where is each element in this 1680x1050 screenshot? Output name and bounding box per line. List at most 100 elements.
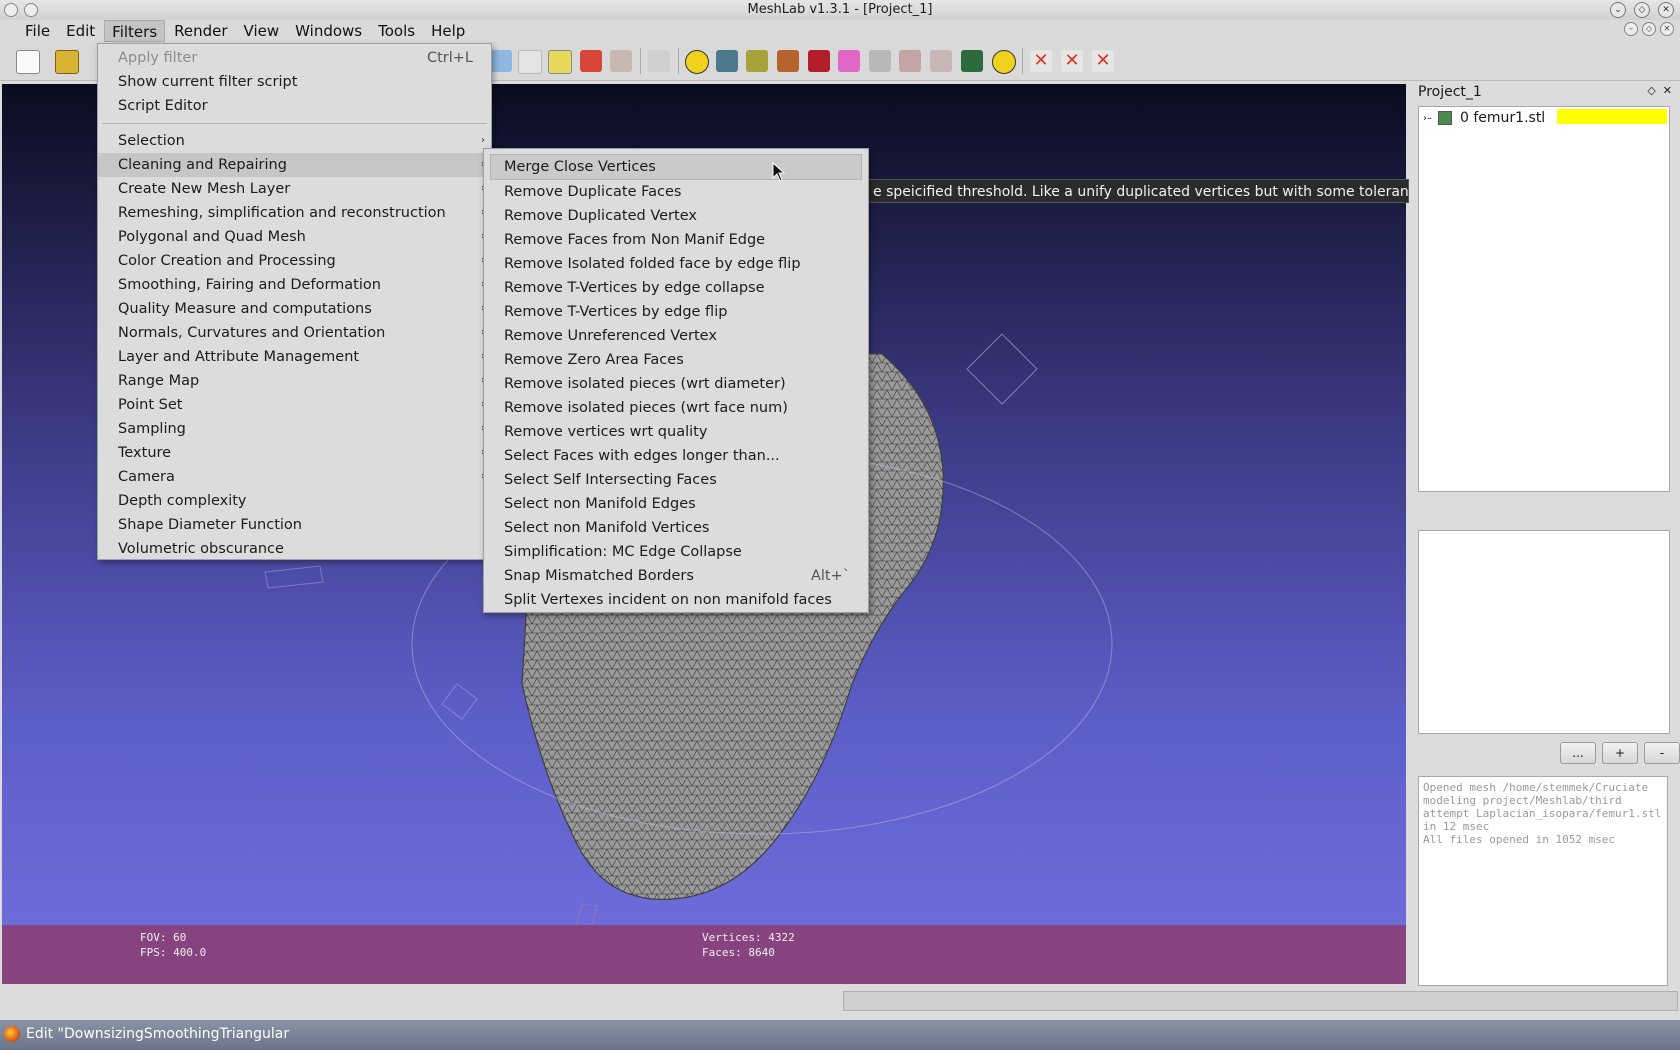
menu-filters[interactable]: Filters	[104, 20, 166, 42]
snap-mismatched-borders-item[interactable]: Snap Mismatched Borders Alt+`	[484, 564, 868, 588]
menu-sampling[interactable]: Sampling›	[98, 417, 491, 441]
menu-cleaning-repairing[interactable]: Cleaning and Repairing›	[98, 153, 491, 177]
texture-icon[interactable]	[610, 50, 632, 72]
remove-isolated-diameter-item[interactable]: Remove isolated pieces (wrt diameter)	[484, 372, 868, 396]
paint-brush-icon[interactable]	[777, 50, 799, 72]
layer-tree[interactable]: ›– 0 femur1.stl	[1418, 106, 1670, 492]
select-faces-icon[interactable]	[899, 50, 921, 72]
mouse-cursor-icon	[772, 162, 786, 182]
expand-icon[interactable]: ›–	[1423, 113, 1432, 124]
menu-quality-measure[interactable]: Quality Measure and computations›	[98, 297, 491, 321]
select-self-intersecting-item[interactable]: Select Self Intersecting Faces	[484, 468, 868, 492]
panel-controls[interactable]: ◇ ✕	[1647, 84, 1672, 97]
image-icon[interactable]	[961, 50, 983, 72]
menu-tools[interactable]: Tools	[371, 20, 422, 42]
menu-render[interactable]: Render	[167, 20, 234, 42]
pointer-icon[interactable]	[648, 50, 670, 72]
float-icon[interactable]: ◇	[1647, 84, 1655, 97]
menu-point-set[interactable]: Point Set›	[98, 393, 491, 417]
remove-unreferenced-vertex-item[interactable]: Remove Unreferenced Vertex	[484, 324, 868, 348]
snap-shortcut: Alt+`	[810, 568, 850, 584]
menu-edit[interactable]: Edit	[59, 20, 102, 42]
shade-icon[interactable]	[24, 3, 38, 17]
mesh-icon[interactable]	[716, 50, 738, 72]
light-bulb-icon[interactable]	[548, 50, 572, 74]
mdi-close-icon[interactable]: ✕	[1660, 22, 1674, 36]
minimize-icon[interactable]: ⌄	[1610, 2, 1626, 18]
more-button[interactable]: ...	[1560, 742, 1596, 764]
new-file-icon[interactable]	[16, 50, 40, 74]
eye-icon[interactable]	[1438, 111, 1452, 125]
menu-windows[interactable]: Windows	[288, 20, 369, 42]
render-mode-icon[interactable]	[490, 50, 512, 72]
cleaning-repairing-submenu: Merge Close Vertices Remove Duplicate Fa…	[483, 148, 869, 613]
remove-isolated-folded-item[interactable]: Remove Isolated folded face by edge flip	[484, 252, 868, 276]
layer-highlight	[1557, 109, 1667, 124]
menu-camera[interactable]: Camera›	[98, 465, 491, 489]
shape-diameter-item[interactable]: Shape Diameter Function	[98, 513, 491, 537]
menu-file[interactable]: File	[18, 20, 57, 42]
lighting-off-icon[interactable]	[518, 50, 542, 74]
color-palette-icon[interactable]	[838, 50, 860, 72]
menu-range-map[interactable]: Range Map›	[98, 369, 491, 393]
menu-polygonal-quad[interactable]: Polygonal and Quad Mesh›	[98, 225, 491, 249]
color-icon[interactable]	[580, 50, 602, 72]
remove-t-vertices-collapse-item[interactable]: Remove T-Vertices by edge collapse	[484, 276, 868, 300]
close-icon[interactable]: ✕	[1658, 2, 1674, 18]
remove-duplicate-faces-item[interactable]: Remove Duplicate Faces	[484, 180, 868, 204]
panel-buttons: ... + -	[1560, 742, 1680, 764]
horizontal-scrollbar[interactable]	[843, 991, 1678, 1011]
delete-selected-icon[interactable]: ✕	[1030, 50, 1052, 72]
maximize-icon[interactable]: ◇	[1634, 2, 1650, 18]
apply-filter-item[interactable]: Apply filter Ctrl+L	[98, 46, 491, 70]
remove-faces-non-manif-item[interactable]: Remove Faces from Non Manif Edge	[484, 228, 868, 252]
mdi-minimize-icon[interactable]: –	[1624, 22, 1638, 36]
menu-texture[interactable]: Texture›	[98, 441, 491, 465]
select-non-manifold-edges-item[interactable]: Select non Manifold Edges	[484, 492, 868, 516]
add-button[interactable]: +	[1602, 742, 1638, 764]
menu-layer-attribute[interactable]: Layer and Attribute Management›	[98, 345, 491, 369]
remove-zero-area-faces-item[interactable]: Remove Zero Area Faces	[484, 348, 868, 372]
taskbar-browser-item[interactable]: Edit "DownsizingSmoothingTriangular	[4, 1026, 289, 1042]
annotation-icon[interactable]	[685, 50, 709, 74]
menu-view[interactable]: View	[237, 20, 287, 42]
menu-separator	[102, 123, 487, 124]
filters-menu: Apply filter Ctrl+L Show current filter …	[97, 43, 492, 560]
remove-vertices-quality-item[interactable]: Remove vertices wrt quality	[484, 420, 868, 444]
menu-remeshing[interactable]: Remeshing, simplification and reconstruc…	[98, 201, 491, 225]
depth-complexity-item[interactable]: Depth complexity	[98, 489, 491, 513]
split-vertexes-item[interactable]: Split Vertexes incident on non manifold …	[484, 588, 868, 612]
menu-create-mesh-layer[interactable]: Create New Mesh Layer›	[98, 177, 491, 201]
menu-normals[interactable]: Normals, Curvatures and Orientation›	[98, 321, 491, 345]
apply-filter-shortcut: Ctrl+L	[426, 50, 473, 66]
remove-duplicated-vertex-item[interactable]: Remove Duplicated Vertex	[484, 204, 868, 228]
panel-close-icon[interactable]: ✕	[1663, 84, 1672, 97]
menu-help[interactable]: Help	[424, 20, 472, 42]
select-vertices-icon[interactable]	[869, 50, 891, 72]
mdi-restore-icon[interactable]: ◇	[1642, 22, 1656, 36]
window-icon[interactable]	[4, 3, 18, 17]
open-folder-icon[interactable]	[55, 50, 79, 74]
delete-vertices-icon[interactable]: ✕	[1092, 50, 1114, 72]
menu-smoothing[interactable]: Smoothing, Fairing and Deformation›	[98, 273, 491, 297]
remove-t-vertices-flip-item[interactable]: Remove T-Vertices by edge flip	[484, 300, 868, 324]
menu-selection[interactable]: Selection ›	[98, 129, 491, 153]
script-editor-item[interactable]: Script Editor	[98, 94, 491, 118]
info-icon[interactable]	[992, 50, 1016, 74]
mc-edge-collapse-item[interactable]: Simplification: MC Edge Collapse	[484, 540, 868, 564]
menu-color-creation[interactable]: Color Creation and Processing›	[98, 249, 491, 273]
merge-close-vertices-item[interactable]: Merge Close Vertices	[490, 154, 862, 180]
select-connected-icon[interactable]	[930, 50, 952, 72]
select-faces-long-edges-item[interactable]: Select Faces with edges longer than...	[484, 444, 868, 468]
layer-row[interactable]: ›– 0 femur1.stl	[1423, 110, 1545, 126]
log-window[interactable]: Opened mesh /home/stemmek/Cruciate model…	[1418, 776, 1668, 986]
remove-isolated-facenum-item[interactable]: Remove isolated pieces (wrt face num)	[484, 396, 868, 420]
select-icon[interactable]	[746, 50, 768, 72]
select-non-manifold-vertices-item[interactable]: Select non Manifold Vertices	[484, 516, 868, 540]
show-filter-script-item[interactable]: Show current filter script	[98, 70, 491, 94]
firefox-icon	[4, 1026, 20, 1042]
remove-button[interactable]: -	[1644, 742, 1680, 764]
delete-faces-icon[interactable]: ✕	[1061, 50, 1083, 72]
volumetric-obscurance-item[interactable]: Volumetric obscurance	[98, 537, 491, 561]
p-icon[interactable]	[808, 50, 830, 72]
